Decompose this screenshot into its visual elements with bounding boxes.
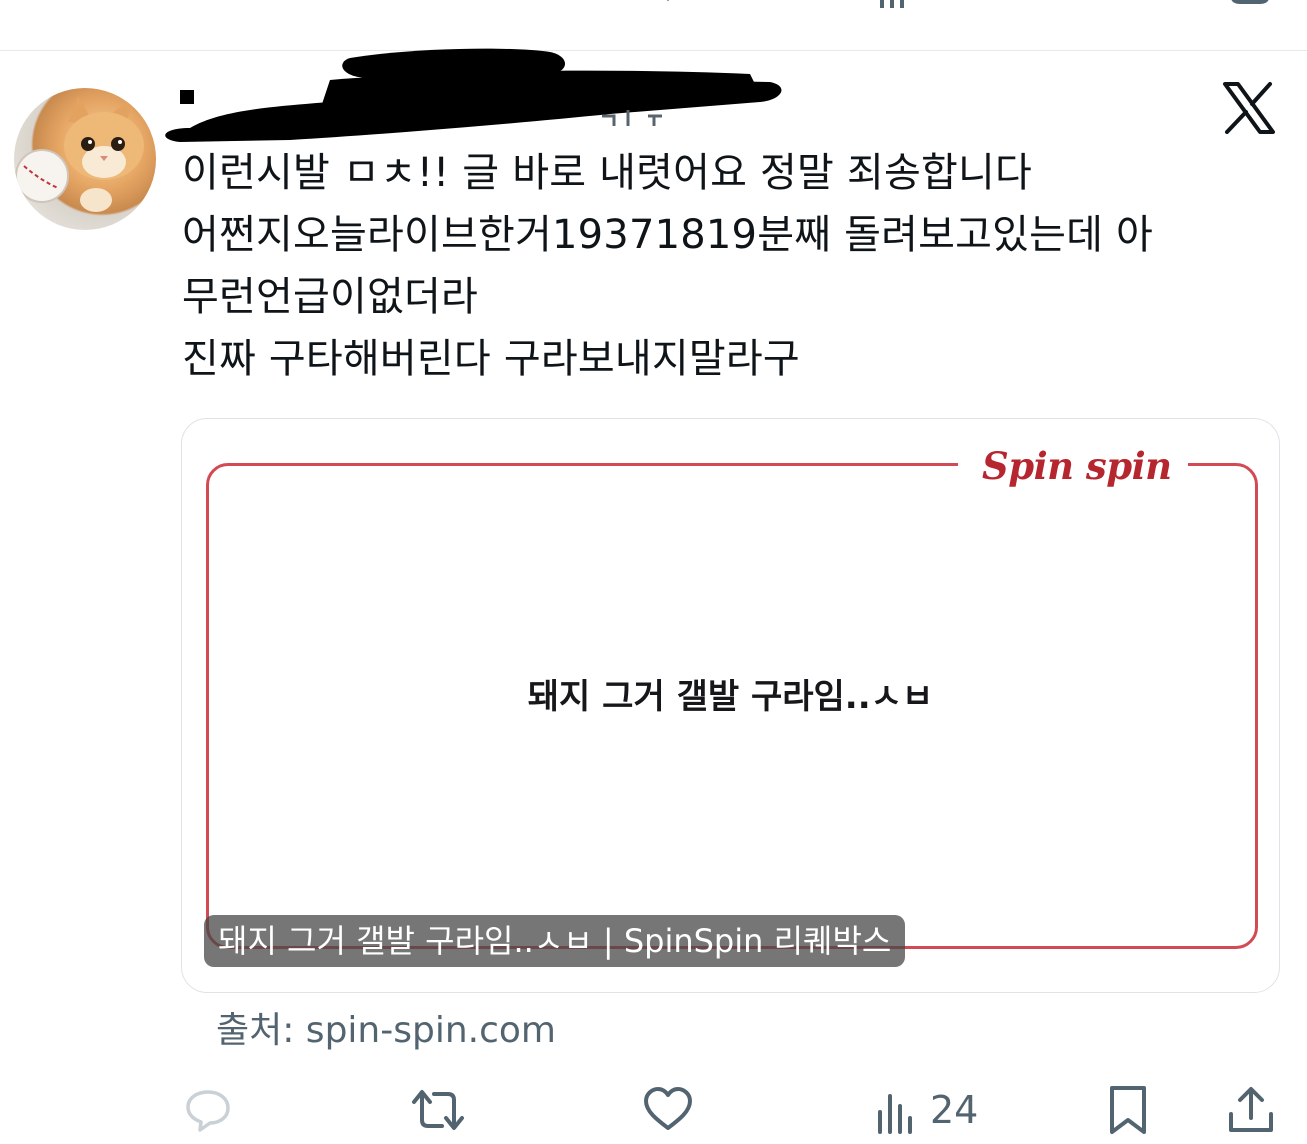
tweet-text-line: 이런시발 ㅁㅊ!! 글 바로 내렷어요 정말 죄송합니다 [182,150,1032,196]
x-logo-icon[interactable] [1222,82,1276,134]
retweet-icon[interactable] [412,0,456,8]
views-button[interactable]: 24 [874,1081,978,1139]
bookmark-button[interactable] [1104,1081,1152,1139]
bookmark-icon[interactable] [1106,0,1150,8]
kitten-photo [15,96,144,212]
share-icon[interactable] [1228,0,1272,8]
redacted-username [165,48,782,142]
spinspin-logo: Spin spin [982,444,1172,488]
retweet-icon [412,1090,464,1130]
bookmark-icon [1110,1086,1146,1134]
share-icon [1229,1087,1273,1132]
views-icon [878,1094,912,1134]
link-source[interactable]: 출처: spin-spin.com [216,1004,556,1058]
reply-button[interactable] [184,1081,232,1139]
link-preview-card[interactable]: Spin spin 돼지 그거 갤발 구라임..ㅅㅂ 돼지 그거 갤발 구라임.… [181,418,1280,993]
tweet-text: 이런시발 ㅁㅊ!! 글 바로 내렷어요 정말 죄송합니다 어쩐지오늘라이브한거1… [182,142,1282,390]
retweet-button[interactable] [410,1081,466,1139]
avatar[interactable] [14,88,156,230]
previous-tweet-action-bar [0,0,1307,50]
tweet-text-line: 무런언급이없더라 [182,274,478,320]
card-message: 돼지 그거 갤발 구라임..ㅅㅂ [527,677,934,717]
card-title-overlay: 돼지 그거 갤발 구라임..ㅅㅂ | SpinSpin 리퀘박스 [204,915,906,967]
views-count: 24 [930,1088,979,1132]
heart-icon [644,1087,692,1130]
share-button[interactable] [1226,1081,1276,1139]
views-icon[interactable] [874,0,918,8]
reply-icon [186,1090,230,1132]
tweet-action-bar: 24 [0,1075,1307,1144]
like-button[interactable] [642,1081,694,1139]
tweet-text-line: 어쩐지오늘라이브한거19371819분째 돌려보고있는데 아 [182,212,1154,258]
heart-icon[interactable] [646,0,690,8]
tweet-text-line: 진짜 구타해버린다 구라보내지말라구 [182,336,800,382]
reply-icon[interactable] [196,0,240,8]
